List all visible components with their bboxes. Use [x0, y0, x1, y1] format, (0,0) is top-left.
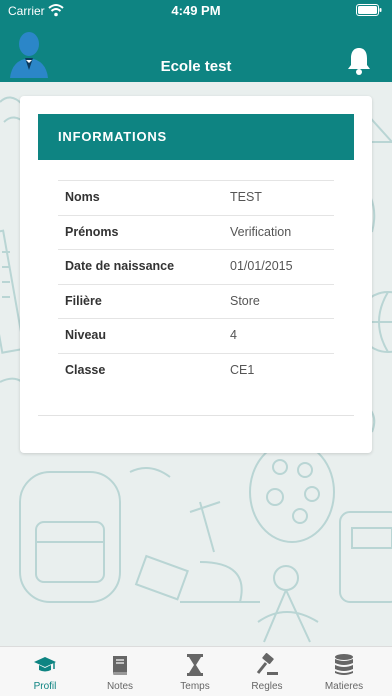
tab-regles[interactable]: Regles	[228, 647, 306, 696]
bottom-tab-bar: Profil Notes Temps Regles Matieres	[0, 646, 392, 696]
tab-label: Regles	[251, 681, 283, 692]
status-bar: Carrier 4:49 PM	[0, 0, 392, 22]
card-title: INFORMATIONS	[58, 129, 168, 144]
tab-label: Notes	[106, 681, 134, 692]
info-label: Niveau	[65, 328, 106, 343]
info-row-classe: Classe CE1	[58, 352, 334, 388]
tab-label: Temps	[180, 681, 210, 692]
database-icon	[335, 654, 353, 675]
info-value: CE1	[230, 362, 255, 377]
graduation-cap-icon	[34, 657, 56, 672]
tab-matieres[interactable]: Matieres	[305, 647, 383, 696]
screen: Carrier 4:49 PM Ecole test INFORMATIONS …	[0, 0, 392, 696]
info-row-noms: Noms TEST	[58, 180, 334, 215]
tab-notes[interactable]: Notes	[81, 647, 159, 696]
book-icon	[113, 656, 127, 675]
info-label: Classe	[65, 362, 106, 377]
info-value: Verification	[230, 224, 292, 239]
hourglass-icon	[187, 654, 203, 676]
info-row-filiere: Filière Store	[58, 283, 334, 319]
battery-icon	[356, 4, 382, 16]
tab-label: Profil	[33, 681, 57, 692]
info-value: Store	[230, 293, 260, 308]
status-time: 4:49 PM	[171, 3, 221, 18]
gavel-icon	[256, 653, 278, 675]
info-label: Noms	[65, 190, 100, 204]
bell-icon[interactable]	[346, 46, 372, 76]
info-label: Prénoms	[65, 224, 119, 239]
info-value: 4	[230, 328, 237, 343]
app-header: Carrier 4:49 PM Ecole test	[0, 0, 392, 82]
info-value: 01/01/2015	[230, 259, 293, 274]
info-label: Date de naissance	[65, 259, 175, 274]
tab-label: Matieres	[324, 681, 364, 692]
info-row-date-naissance: Date de naissance 01/01/2015	[58, 249, 334, 284]
info-label: Filière	[65, 293, 102, 308]
info-row-niveau: Niveau 4	[58, 318, 334, 353]
card-divider	[38, 415, 354, 416]
tab-temps[interactable]: Temps	[156, 647, 234, 696]
info-table: Noms TEST Prénoms Verification Date de n…	[58, 180, 334, 388]
tab-profil[interactable]: Profil	[6, 647, 84, 696]
info-row-prenoms: Prénoms Verification	[58, 214, 334, 250]
info-value: TEST	[230, 190, 262, 204]
page-title: Ecole test	[160, 58, 232, 75]
card-header: INFORMATIONS	[38, 114, 354, 160]
student-info-card: INFORMATIONS Noms TEST Prénoms Verificat…	[20, 96, 372, 453]
